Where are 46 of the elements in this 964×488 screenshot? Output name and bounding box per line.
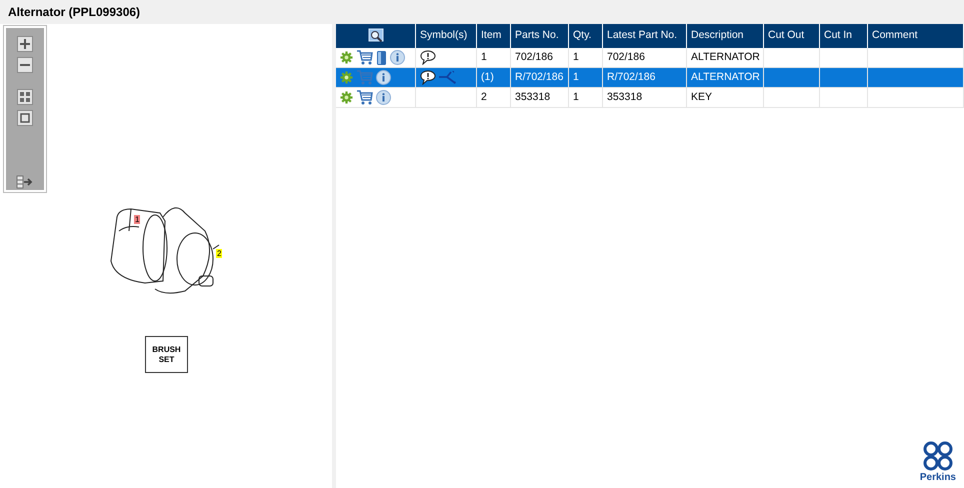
- brush-set-label: BRUSH SET: [145, 336, 188, 373]
- table-cell: 1: [569, 48, 603, 67]
- branch-arrow-icon: [438, 70, 458, 85]
- speech-bubble-icon: [420, 70, 436, 85]
- square-icon: [20, 113, 30, 123]
- table-row[interactable]: 1 702/186 1 702/186 ALTERNATOR: [336, 48, 964, 68]
- book-icon[interactable]: [376, 50, 387, 66]
- table-cell: ALTERNATOR: [687, 68, 764, 87]
- cart-icon[interactable]: [356, 90, 373, 105]
- table-cell: 353318: [603, 88, 687, 107]
- table-row[interactable]: (1) R/702/186 1 R/702/186 ALTERNATOR: [336, 68, 964, 88]
- table-cell: (1): [477, 68, 511, 87]
- speech-bubble-icon: [420, 50, 436, 65]
- grid-icon: [19, 91, 31, 103]
- table-cell: 1: [569, 68, 603, 87]
- table-cell: 2: [477, 88, 511, 107]
- plus-icon: [20, 39, 30, 49]
- info-icon[interactable]: [376, 70, 391, 85]
- logo-icon: [922, 440, 954, 472]
- fit-all-button[interactable]: [17, 89, 33, 105]
- brand-name: Perkins: [920, 472, 956, 484]
- actual-size-button[interactable]: [17, 110, 33, 126]
- cart-icon[interactable]: [356, 50, 373, 65]
- table-cell: 1: [569, 88, 603, 107]
- table-cell: 353318: [511, 88, 569, 107]
- export-button[interactable]: [15, 174, 35, 190]
- table-cell: 702/186: [603, 48, 687, 67]
- gear-icon[interactable]: [340, 51, 353, 64]
- info-icon[interactable]: [390, 50, 405, 65]
- search-icon[interactable]: [368, 28, 384, 44]
- table-cell: KEY: [687, 88, 764, 107]
- gear-icon[interactable]: [340, 91, 353, 104]
- table-cell: 1: [477, 48, 511, 67]
- table-cell: 702/186: [511, 48, 569, 67]
- table-cell: R/702/186: [511, 68, 569, 87]
- list-arrow-icon: [16, 175, 34, 189]
- callout-label: 2: [216, 249, 222, 258]
- table-cell: R/702/186: [603, 68, 687, 87]
- table-cell: ALTERNATOR: [687, 48, 764, 67]
- table-row[interactable]: 2 353318 1 353318 KEY: [336, 88, 964, 108]
- window-title: Alternator (PPL099306): [8, 4, 140, 21]
- gear-icon[interactable]: [340, 71, 353, 84]
- zoom-out-button[interactable]: [17, 57, 33, 73]
- info-icon[interactable]: [376, 90, 391, 105]
- callout-label: 1: [134, 215, 140, 224]
- zoom-in-button[interactable]: [17, 36, 33, 52]
